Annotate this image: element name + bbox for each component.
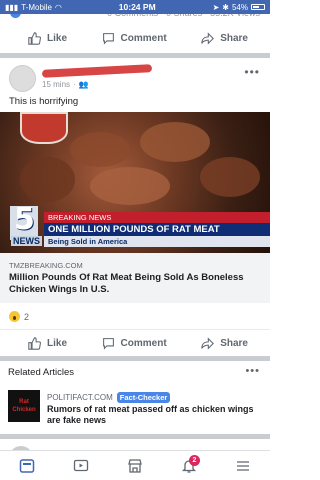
headline-banner: ONE MILLION POUNDS OF RAT MEAT <box>44 223 270 236</box>
post-text: This is horrifying <box>9 96 79 107</box>
like-label: Like <box>47 32 68 44</box>
related-article-source: POLITIFACT.COM Fact-Checker <box>47 392 171 403</box>
battery-icon <box>250 4 265 10</box>
feed-divider <box>0 53 270 58</box>
video-play-icon <box>73 459 89 471</box>
thumbs-up-icon <box>28 31 41 45</box>
link-preview-meta[interactable]: TMZBREAKING.COM Million Pounds Of Rat Me… <box>0 253 270 303</box>
feed-divider <box>0 356 270 361</box>
comment-button[interactable]: Comment <box>102 337 167 350</box>
post-meta: 15 mins · 👥 <box>42 80 89 89</box>
post-time[interactable]: 15 mins <box>42 80 70 89</box>
meat-piece <box>140 122 210 162</box>
marketplace-store-icon <box>128 458 142 473</box>
tab-notifications[interactable]: 2 <box>174 454 204 477</box>
link-preview-image[interactable]: 5 NEWS BREAKING NEWS ONE MILLION POUNDS … <box>0 112 270 253</box>
related-article-thumbnail[interactable]: Rat Chicken <box>8 390 40 422</box>
friends-audience-icon[interactable]: 👥 <box>79 80 89 89</box>
related-article-title[interactable]: Rumors of rat meat passed off as chicken… <box>47 404 262 426</box>
post-actions: Like Comment Share <box>0 329 270 357</box>
like-label: Like <box>47 338 68 349</box>
share-arrow-icon <box>201 31 215 45</box>
clock: 10:24 PM <box>118 2 156 12</box>
wow-reaction-icon <box>9 311 20 322</box>
meat-piece <box>70 132 130 167</box>
dot-separator: · <box>73 80 76 89</box>
status-bar: ▮▮▮ T-Mobile ◠ 10:24 PM ➤ ✱ 54% <box>0 0 270 14</box>
share-label: Share <box>220 32 248 44</box>
hamburger-menu-icon <box>237 460 249 471</box>
reaction-count: 2 <box>24 311 30 322</box>
share-arrow-icon <box>201 337 215 350</box>
related-source-domain: POLITIFACT.COM <box>47 393 113 402</box>
more-options-icon[interactable]: ••• <box>245 365 260 377</box>
news-feed-icon <box>19 458 35 473</box>
meat-piece <box>200 157 260 197</box>
comment-icon <box>102 338 114 350</box>
tab-news-feed[interactable] <box>12 455 42 477</box>
notification-badge: 2 <box>189 454 200 466</box>
avatar[interactable] <box>9 65 36 92</box>
wifi-icon: ◠ <box>54 2 62 12</box>
comment-button[interactable]: Comment <box>102 32 167 45</box>
feed-divider <box>0 434 270 439</box>
like-button[interactable]: Like <box>28 337 67 350</box>
carrier-label: T-Mobile <box>21 2 52 12</box>
comment-icon <box>102 32 114 45</box>
sauce-bowl <box>20 112 68 144</box>
bottom-tab-bar: 2 <box>0 450 270 480</box>
tab-marketplace[interactable] <box>120 455 150 477</box>
comment-label: Comment <box>120 338 167 349</box>
breaking-news-banner: BREAKING NEWS <box>44 212 270 223</box>
comment-label: Comment <box>120 32 167 44</box>
share-button[interactable]: Share <box>201 337 248 350</box>
thumbs-up-icon <box>28 337 41 350</box>
post-header: 15 mins · 👥 ••• <box>0 63 270 95</box>
meat-piece <box>90 167 170 205</box>
tab-watch[interactable] <box>66 455 96 477</box>
fact-checker-badge: Fact-Checker <box>116 392 171 403</box>
share-label: Share <box>220 338 248 349</box>
subline-banner: Being Sold in America <box>44 236 270 247</box>
link-title: Million Pounds Of Rat Meat Being Sold As… <box>9 272 244 295</box>
redacted-author-name <box>41 64 153 78</box>
channel-number: 5 <box>14 202 35 237</box>
related-articles-heading: Related Articles <box>8 367 75 378</box>
location-icon: ➤ <box>212 2 220 12</box>
battery-percent: 54% <box>231 2 248 12</box>
share-button[interactable]: Share <box>201 31 248 45</box>
previous-post-actions: Like Comment Share <box>0 24 270 52</box>
more-options-icon[interactable]: ••• <box>244 65 260 79</box>
bluetooth-icon: ✱ <box>222 2 229 12</box>
link-domain: TMZBREAKING.COM <box>9 261 83 270</box>
signal-icon: ▮▮▮ <box>5 2 19 12</box>
reaction-summary[interactable]: 2 <box>9 311 29 322</box>
meat-piece <box>20 157 75 202</box>
channel-word: NEWS <box>11 236 42 246</box>
tab-menu[interactable] <box>228 455 258 477</box>
like-button[interactable]: Like <box>28 31 68 45</box>
